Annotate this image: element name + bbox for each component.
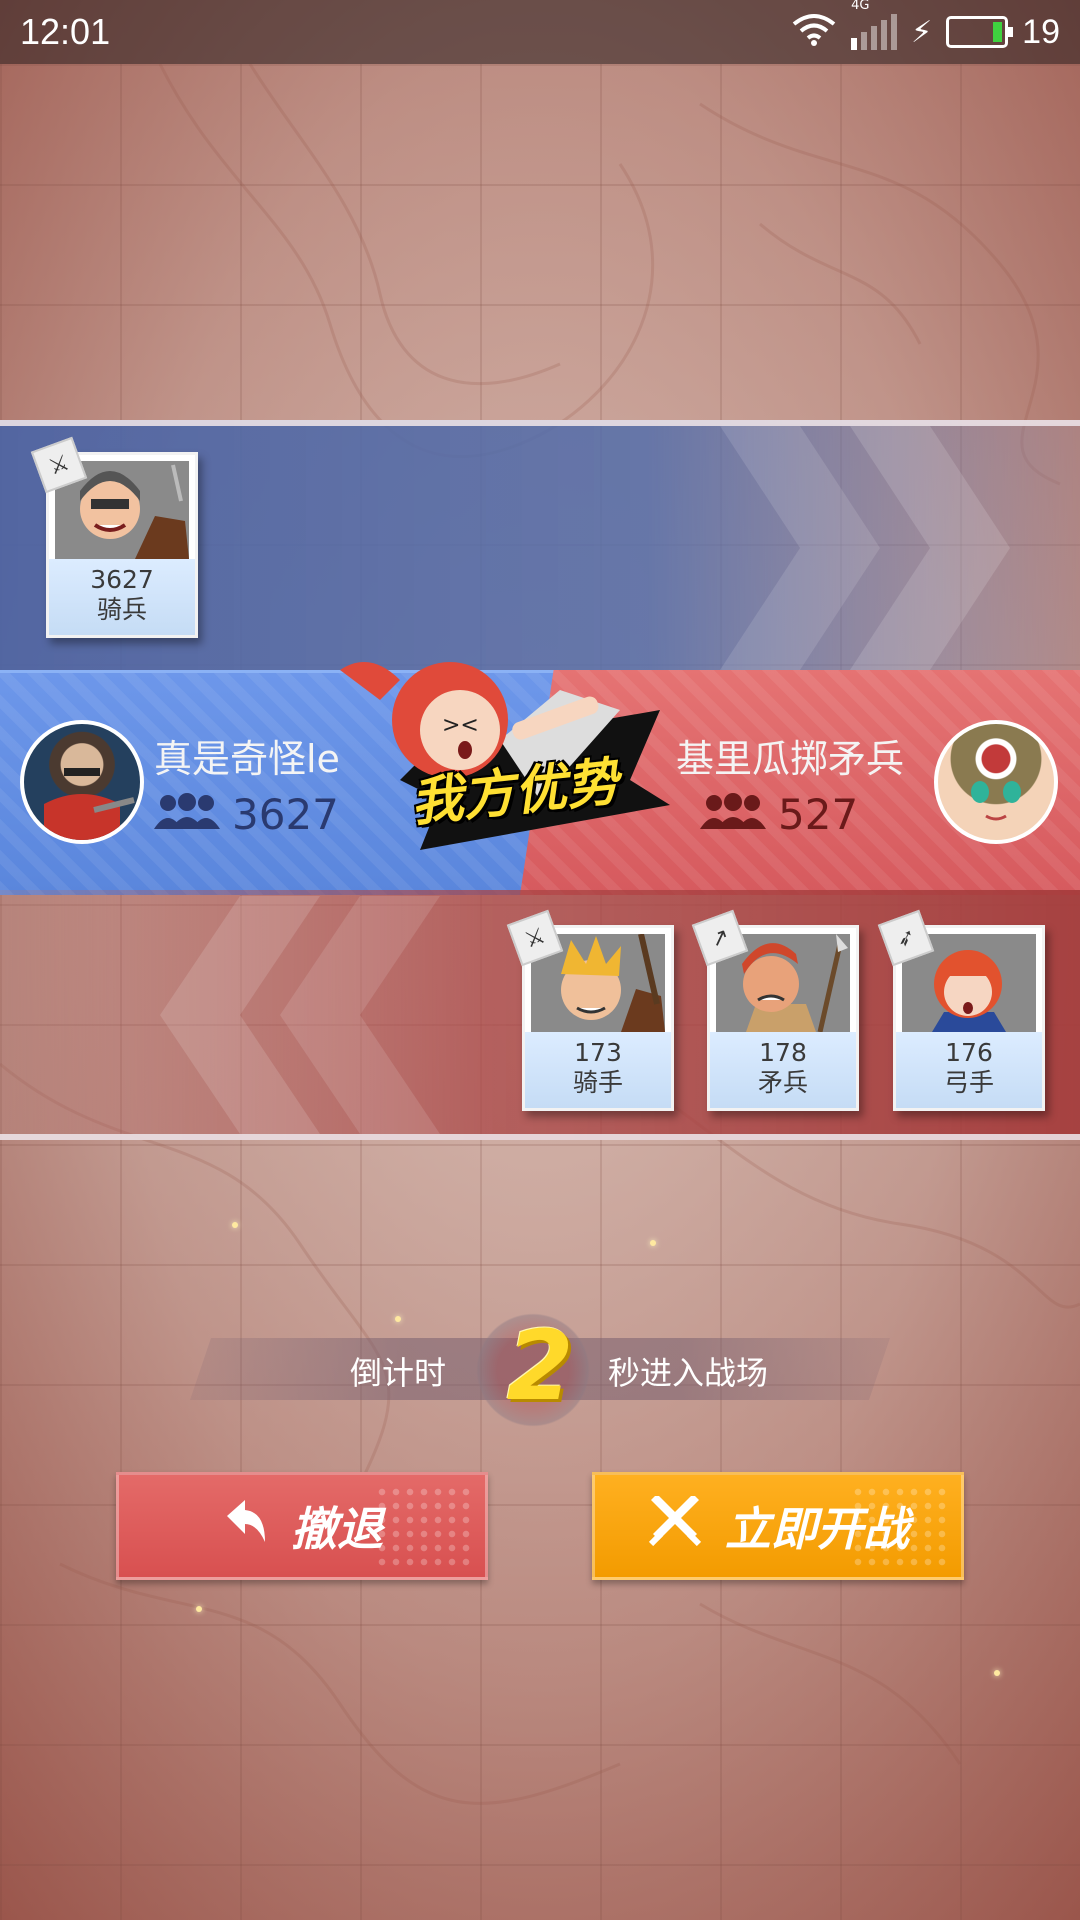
army-icon (154, 790, 220, 839)
enemy-player-power: 527 (778, 790, 859, 839)
enemy-unit-info: 176 弓手 (896, 1032, 1042, 1108)
sparkle (395, 1316, 401, 1322)
battery-level: 19 (1022, 12, 1060, 51)
sparkle (232, 1222, 238, 1228)
status-time: 12:01 (20, 11, 111, 52)
wifi-icon (791, 12, 837, 52)
unit-power: 3627 (90, 565, 154, 594)
enemy-player-name: 基里瓜掷矛兵 (676, 737, 905, 781)
battery-icon (946, 16, 1014, 48)
retreat-label: 撤退 (291, 1502, 383, 1556)
unit-name: 弓手 (943, 1068, 994, 1097)
unit-name: 骑兵 (96, 595, 147, 624)
enemy-player-avatar[interactable] (934, 720, 1058, 844)
unit-power: 176 (945, 1038, 993, 1067)
crossed-swords-icon (647, 1493, 703, 1557)
sparkle (994, 1670, 1000, 1676)
ally-player-avatar[interactable] (20, 720, 144, 844)
svg-text:><: >< (442, 713, 479, 738)
unit-power: 173 (574, 1038, 622, 1067)
advantage-badge: >< 我方优势 (300, 630, 690, 860)
countdown-prefix: 倒计时 (350, 1354, 447, 1392)
countdown-seconds: 2 (506, 1310, 574, 1422)
unit-name: 矛兵 (757, 1068, 808, 1097)
enemy-unit-info: 178 矛兵 (710, 1032, 856, 1108)
enemy-unit-card[interactable]: ➶ 176 弓手 (877, 909, 1045, 1111)
enemy-unit-card[interactable]: ⚔ 173 骑手 (506, 909, 674, 1111)
army-icon (700, 790, 766, 839)
ally-unit-card[interactable]: ⚔ 3627 骑兵 (30, 436, 198, 638)
unit-power: 178 (759, 1038, 807, 1067)
enemy-unit-info: 173 骑手 (525, 1032, 671, 1108)
enemy-power-row: 527 (700, 790, 858, 839)
ally-unit-info: 3627 骑兵 (49, 559, 195, 635)
retreat-button[interactable]: 撤退 (116, 1472, 488, 1580)
countdown-suffix: 秒进入战场 (608, 1354, 769, 1392)
sparkle (650, 1240, 656, 1246)
fight-now-button[interactable]: 立即开战 (592, 1472, 964, 1580)
unit-name: 骑手 (572, 1068, 623, 1097)
charging-icon: ⚡ (911, 14, 933, 50)
status-bar: 12:01 4G ⚡ 19 (0, 0, 1080, 64)
cell-signal-icon: 4G (851, 0, 898, 50)
back-arrow-icon (221, 1498, 269, 1555)
enemy-unit-card[interactable]: ↗ 178 矛兵 (691, 909, 859, 1111)
sparkle (196, 1606, 202, 1612)
network-type-label: 4G (851, 0, 870, 13)
